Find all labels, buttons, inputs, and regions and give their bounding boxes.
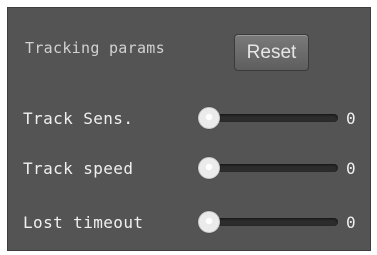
lost-timeout-label: Lost timeout <box>23 213 144 232</box>
lost-timeout-slider[interactable] <box>198 211 338 233</box>
track-sens-label: Track Sens. <box>23 109 134 128</box>
lost-timeout-value: 0 <box>346 213 356 232</box>
param-row-lost-timeout: Lost timeout 0 <box>8 207 370 237</box>
track-sens-value: 0 <box>346 109 356 128</box>
track-sens-slider-thumb[interactable] <box>198 107 220 129</box>
track-speed-value: 0 <box>346 159 356 178</box>
param-row-track-sens: Track Sens. 0 <box>8 103 370 133</box>
lost-timeout-slider-thumb[interactable] <box>198 211 220 233</box>
lost-timeout-slider-track[interactable] <box>204 218 338 226</box>
track-speed-slider-track[interactable] <box>204 164 338 172</box>
param-row-track-speed: Track speed 0 <box>8 153 370 183</box>
tracking-params-panel: Tracking params Reset Track Sens. 0 Trac… <box>7 7 371 251</box>
track-sens-slider-track[interactable] <box>204 114 338 122</box>
track-sens-slider[interactable] <box>198 107 338 129</box>
panel-title: Tracking params <box>25 39 165 57</box>
track-speed-label: Track speed <box>23 159 134 178</box>
reset-button[interactable]: Reset <box>234 34 309 71</box>
track-speed-slider-thumb[interactable] <box>198 157 220 179</box>
track-speed-slider[interactable] <box>198 157 338 179</box>
